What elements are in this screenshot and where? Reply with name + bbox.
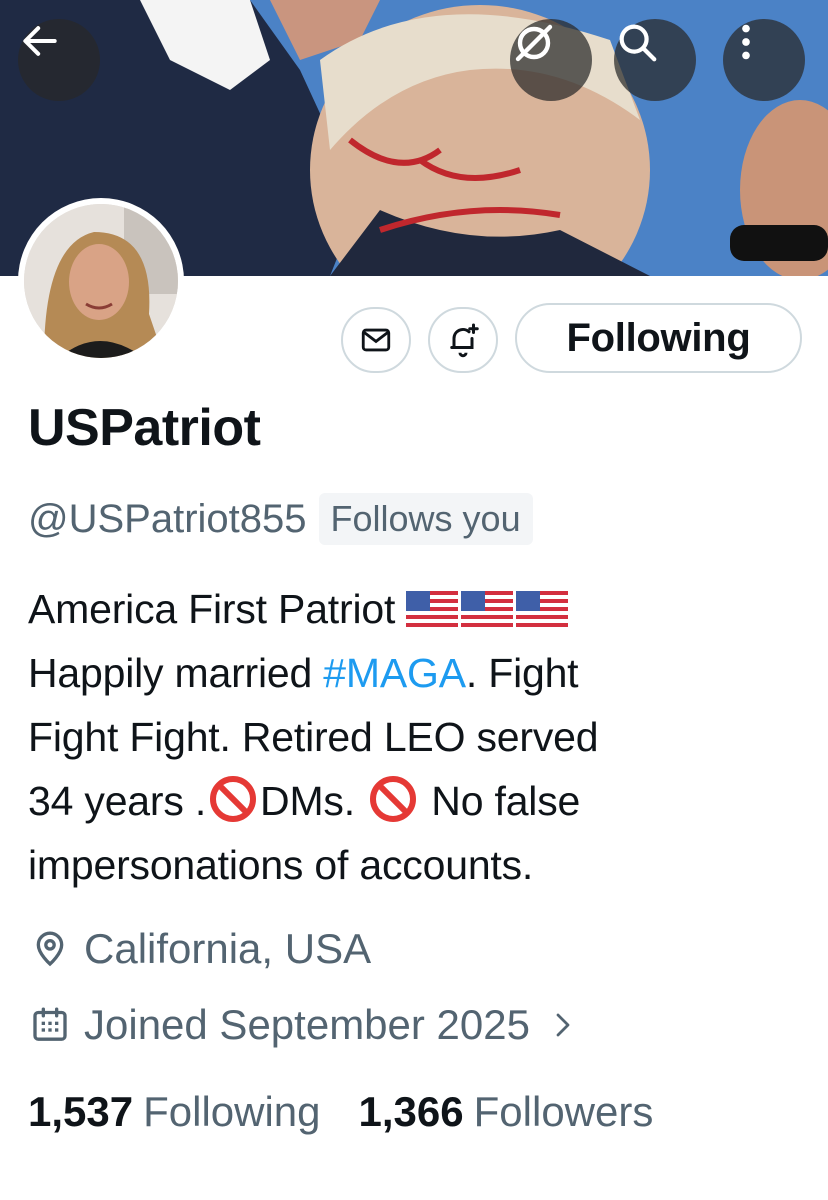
following-count: 1,537 <box>28 1088 134 1135</box>
followers-count: 1,366 <box>358 1088 464 1135</box>
us-flag-icon <box>516 591 569 627</box>
follows-you-badge: Follows you <box>318 493 533 545</box>
us-flag-icon <box>461 591 514 627</box>
bio-text: DMs. <box>260 778 355 824</box>
location-pin-icon <box>36 931 64 967</box>
notifications-button[interactable] <box>428 307 498 373</box>
more-vertical-icon <box>742 24 750 60</box>
following-button-label: Following <box>566 315 751 360</box>
following-button[interactable]: Following <box>515 303 802 373</box>
bio-text: America First Patriot <box>28 586 407 632</box>
location-text: California, USA <box>84 925 372 972</box>
bio-line-2: Happily married #MAGA. Fight <box>28 641 808 705</box>
envelope-icon <box>361 328 391 352</box>
followers-label: Followers <box>473 1088 654 1135</box>
bio-line-1: America First Patriot 🇺🇸🇺🇸🇺🇸 <box>28 577 808 641</box>
joined-row[interactable]: Joined September 2025 <box>30 1001 578 1049</box>
joined-text: Joined September 2025 <box>84 1001 530 1048</box>
avatar-photo <box>24 204 178 358</box>
message-button[interactable] <box>341 307 411 373</box>
avatar[interactable] <box>18 198 184 364</box>
no-entry-icon <box>370 776 417 822</box>
search-button[interactable] <box>614 19 696 101</box>
follow-stats: 1,537 Following 1,366 Followers <box>28 1088 653 1136</box>
display-name: USPatriot <box>28 399 261 457</box>
more-button[interactable] <box>723 19 805 101</box>
following-stat[interactable]: 1,537 Following <box>28 1088 321 1136</box>
hashtag-link[interactable]: #MAGA <box>323 650 466 696</box>
location-row: California, USA <box>30 925 371 973</box>
followers-stat[interactable]: 1,366 Followers <box>359 1088 654 1136</box>
user-handle: @USPatriot855 <box>28 496 307 541</box>
bell-plus-icon <box>450 323 479 358</box>
bio-line-5: impersonations of accounts. <box>28 842 534 888</box>
us-flag-icon <box>406 591 459 627</box>
profile-bio: America First Patriot 🇺🇸🇺🇸🇺🇸 Happily mar… <box>28 577 808 897</box>
back-button[interactable] <box>18 19 100 101</box>
chevron-right-icon <box>556 1013 570 1037</box>
bio-text: Happily married <box>28 650 324 696</box>
following-label: Following <box>143 1088 321 1135</box>
grok-button[interactable] <box>510 19 592 101</box>
handle-row: @USPatriot855 Follows you <box>28 490 533 548</box>
bio-line-4: 34 years .🚫DMs. 🚫 No false <box>28 769 808 833</box>
bio-line-3: Fight Fight. Retired LEO served <box>28 714 599 760</box>
grok-icon <box>515 24 553 62</box>
search-icon <box>619 24 657 62</box>
arrow-left-icon <box>23 26 57 56</box>
bio-text: . Fight <box>465 650 579 696</box>
no-entry-icon <box>210 776 257 822</box>
bio-text: 34 years . <box>28 778 207 824</box>
calendar-icon <box>33 1007 67 1041</box>
bio-text: No false <box>420 778 581 824</box>
